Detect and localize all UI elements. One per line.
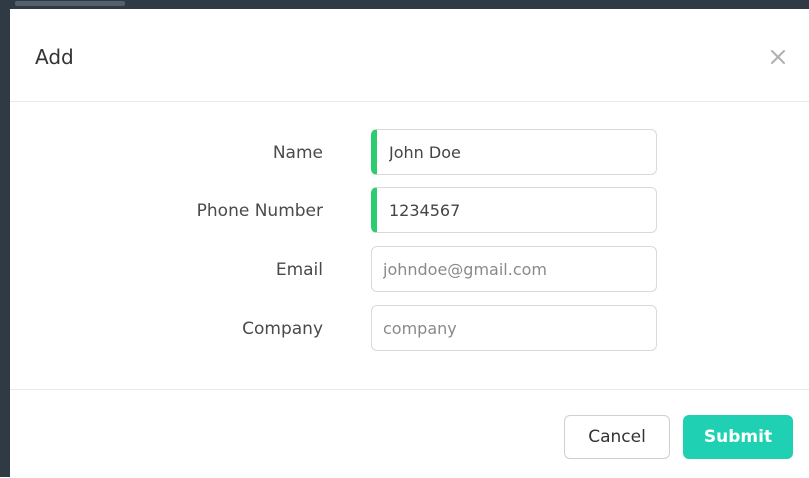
form-row-company: Company: [10, 305, 809, 353]
company-field-wrapper: [371, 305, 657, 351]
dialog-footer: Cancel Submit: [10, 390, 809, 478]
dialog-title: Add: [35, 45, 74, 69]
form-row-name: Name: [10, 129, 809, 177]
name-label: Name: [272, 143, 323, 163]
cancel-button[interactable]: Cancel: [564, 415, 670, 459]
page-backdrop-top: [0, 0, 809, 9]
company-field[interactable]: [372, 306, 656, 350]
email-label: Email: [275, 260, 323, 280]
form-row-phone: Phone Number: [10, 187, 809, 235]
phone-number-field[interactable]: [377, 188, 656, 232]
close-icon[interactable]: [767, 46, 789, 68]
company-label: Company: [242, 319, 323, 339]
email-field-wrapper: [371, 246, 657, 292]
backdrop-text: [15, 1, 125, 6]
page-backdrop: [0, 0, 10, 477]
dialog-header: Add: [10, 9, 809, 102]
name-field[interactable]: [377, 130, 656, 174]
form-row-email: Email: [10, 246, 809, 294]
email-field[interactable]: [372, 247, 656, 291]
phone-field-wrapper: [371, 187, 657, 233]
name-field-wrapper: [371, 129, 657, 175]
submit-button[interactable]: Submit: [683, 415, 793, 459]
dialog-body: Name Phone Number Email Company: [10, 102, 809, 390]
add-dialog: Add Name Phone Number Email: [10, 9, 809, 477]
phone-number-label: Phone Number: [196, 201, 323, 221]
